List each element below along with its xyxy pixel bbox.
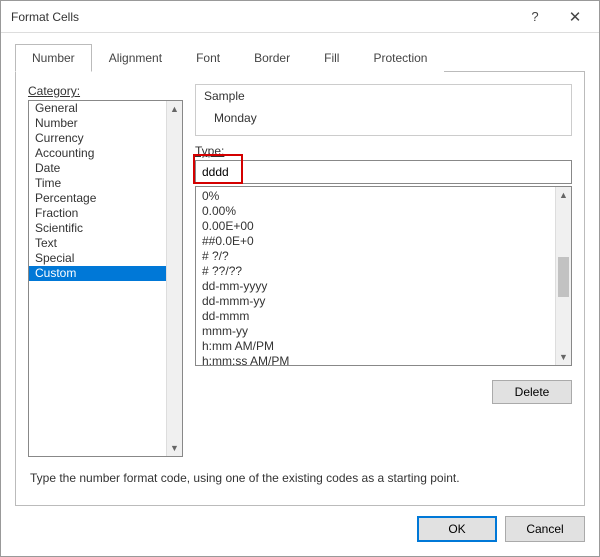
tabstrip: Number Alignment Font Border Fill Protec… [15, 43, 585, 72]
format-item[interactable]: 0.00E+00 [196, 219, 555, 234]
format-item[interactable]: 0.00% [196, 204, 555, 219]
scroll-thumb[interactable] [558, 257, 569, 297]
scroll-up-icon[interactable]: ▲ [167, 101, 182, 117]
cancel-button[interactable]: Cancel [505, 516, 585, 542]
tab-font[interactable]: Font [179, 44, 237, 72]
format-item[interactable]: h:mm AM/PM [196, 339, 555, 354]
dialog-footer: OK Cancel [1, 506, 599, 556]
type-input-wrap [195, 160, 572, 184]
titlebar: Format Cells ? ✕ [1, 1, 599, 33]
dialog-content: Number Alignment Font Border Fill Protec… [1, 33, 599, 506]
format-item[interactable]: # ?/? [196, 249, 555, 264]
category-item-time[interactable]: Time [29, 176, 166, 191]
category-item-special[interactable]: Special [29, 251, 166, 266]
tab-protection[interactable]: Protection [356, 44, 444, 72]
format-item[interactable]: # ??/?? [196, 264, 555, 279]
format-item[interactable]: ##0.0E+0 [196, 234, 555, 249]
help-button[interactable]: ? [515, 3, 555, 31]
sample-value: Monday [204, 103, 563, 125]
format-item[interactable]: mmm-yy [196, 324, 555, 339]
format-item[interactable]: dd-mmm [196, 309, 555, 324]
format-scrollbar[interactable]: ▲ ▼ [555, 187, 571, 365]
category-item-number[interactable]: Number [29, 116, 166, 131]
scroll-down-icon[interactable]: ▼ [556, 349, 571, 365]
delete-button[interactable]: Delete [492, 380, 572, 404]
category-item-text[interactable]: Text [29, 236, 166, 251]
category-item-accounting[interactable]: Accounting [29, 146, 166, 161]
ok-button[interactable]: OK [417, 516, 497, 542]
category-item-general[interactable]: General [29, 101, 166, 116]
type-label: Type: [195, 144, 572, 158]
close-button[interactable]: ✕ [555, 3, 595, 31]
tab-panel-number: Category: General Number Currency Accoun… [15, 72, 585, 506]
category-scrollbar[interactable]: ▲ ▼ [166, 101, 182, 456]
type-input[interactable] [195, 160, 572, 184]
category-item-date[interactable]: Date [29, 161, 166, 176]
sample-group: Sample Monday [195, 84, 572, 136]
category-item-custom[interactable]: Custom [29, 266, 166, 281]
hint-text: Type the number format code, using one o… [28, 457, 572, 493]
category-column: Category: General Number Currency Accoun… [28, 84, 183, 457]
tab-border[interactable]: Border [237, 44, 307, 72]
format-item[interactable]: dd-mm-yyyy [196, 279, 555, 294]
category-item-percentage[interactable]: Percentage [29, 191, 166, 206]
format-cells-dialog: Format Cells ? ✕ Number Alignment Font B… [0, 0, 600, 557]
format-listbox[interactable]: 0% 0.00% 0.00E+00 ##0.0E+0 # ?/? # ??/??… [195, 186, 572, 366]
panel-columns: Category: General Number Currency Accoun… [28, 84, 572, 457]
detail-column: Sample Monday Type: 0% 0.00% 0.00E+00 [195, 84, 572, 457]
tab-fill[interactable]: Fill [307, 44, 356, 72]
window-title: Format Cells [11, 10, 515, 24]
tab-number[interactable]: Number [15, 44, 92, 72]
scroll-up-icon[interactable]: ▲ [556, 187, 571, 203]
category-item-fraction[interactable]: Fraction [29, 206, 166, 221]
format-item[interactable]: 0% [196, 189, 555, 204]
tab-alignment[interactable]: Alignment [92, 44, 179, 72]
category-item-currency[interactable]: Currency [29, 131, 166, 146]
format-item[interactable]: dd-mmm-yy [196, 294, 555, 309]
category-label: Category: [28, 84, 183, 98]
sample-label: Sample [204, 89, 563, 103]
category-listbox[interactable]: General Number Currency Accounting Date … [28, 100, 183, 457]
type-actions: Delete [195, 366, 572, 404]
format-item[interactable]: h:mm:ss AM/PM [196, 354, 555, 365]
category-item-scientific[interactable]: Scientific [29, 221, 166, 236]
scroll-down-icon[interactable]: ▼ [167, 440, 182, 456]
